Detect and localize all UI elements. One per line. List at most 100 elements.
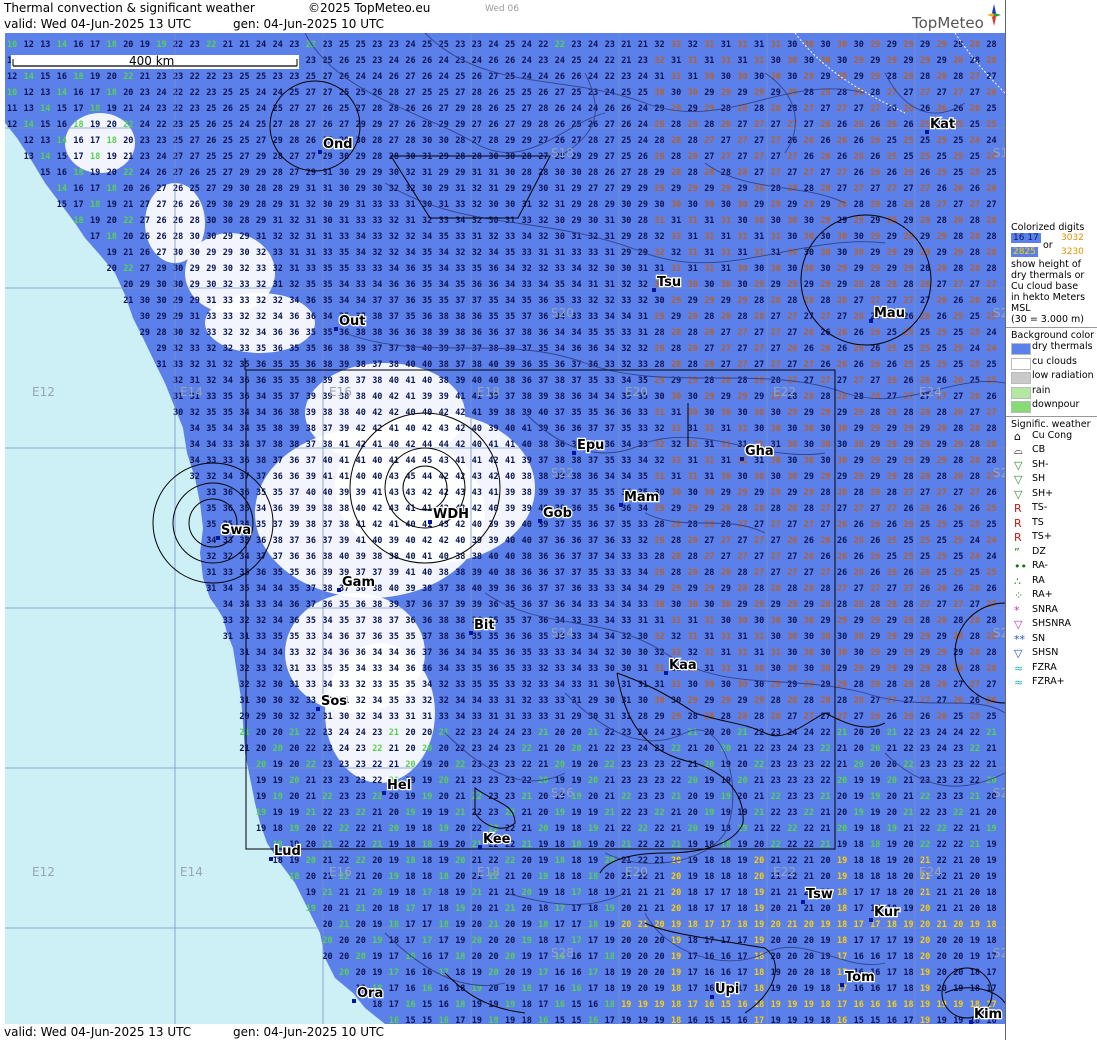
thermal-height-value: 30 bbox=[505, 200, 515, 210]
thermal-height-value: 40 bbox=[372, 456, 382, 466]
thermal-height-value: 23 bbox=[339, 760, 349, 770]
legend-background-section: Background color dry thermals cu clouds lo… bbox=[1006, 327, 1097, 416]
thermal-height-value: 24 bbox=[140, 120, 150, 130]
thermal-height-value: 19 bbox=[671, 952, 681, 962]
thermal-height-value: 34 bbox=[571, 648, 581, 658]
thermal-height-value: 33 bbox=[555, 648, 565, 658]
thermal-height-value: 32 bbox=[439, 696, 449, 706]
thermal-height-value: 37 bbox=[472, 344, 482, 354]
thermal-height-value: 36 bbox=[555, 440, 565, 450]
thermal-height-value: 23 bbox=[621, 72, 631, 82]
thermal-height-value: 34 bbox=[339, 280, 349, 290]
thermal-height-value: 37 bbox=[538, 456, 548, 466]
thermal-height-value: 35 bbox=[488, 296, 498, 306]
town-marker bbox=[382, 791, 386, 795]
thermal-height-value: 15 bbox=[555, 1016, 565, 1024]
thermal-height-value: 35 bbox=[223, 392, 233, 402]
thermal-height-value: 25 bbox=[439, 88, 449, 98]
thermal-height-value: 37 bbox=[389, 616, 399, 626]
thermal-height-value: 34 bbox=[206, 536, 216, 546]
thermal-height-value: 20 bbox=[953, 936, 963, 946]
thermal-height-value: 29 bbox=[372, 120, 382, 130]
thermal-height-value: 30 bbox=[273, 696, 283, 706]
thermal-height-value: 28 bbox=[787, 504, 797, 514]
thermal-height-value: 43 bbox=[389, 488, 399, 498]
thermal-height-value: 19 bbox=[522, 968, 532, 978]
thermal-height-value: 26 bbox=[970, 184, 980, 194]
thermal-height-value: 19 bbox=[156, 40, 166, 50]
thermal-height-value: 41 bbox=[522, 424, 532, 434]
thermal-height-value: 17 bbox=[887, 952, 897, 962]
thermal-height-value: 31 bbox=[654, 264, 664, 274]
thermal-height-value: 27 bbox=[953, 88, 963, 98]
thermal-height-value: 21 bbox=[472, 888, 482, 898]
thermal-height-value: 19 bbox=[472, 968, 482, 978]
thermal-height-value: 27 bbox=[173, 168, 183, 178]
thermal-height-value: 34 bbox=[455, 712, 465, 722]
thermal-height-value: 34 bbox=[190, 424, 200, 434]
thermal-height-value: 34 bbox=[422, 680, 432, 690]
thermal-height-value: 28 bbox=[970, 472, 980, 482]
thermal-height-value: 20 bbox=[538, 776, 548, 786]
thermal-height-value: 37 bbox=[356, 632, 366, 642]
thermal-height-value: 25 bbox=[937, 360, 947, 370]
thermal-height-value: 31 bbox=[737, 232, 747, 242]
thermal-height-value: 29 bbox=[870, 56, 880, 66]
thermal-height-value: 40 bbox=[389, 376, 399, 386]
thermal-height-value: 19 bbox=[671, 920, 681, 930]
thermal-height-value: 30 bbox=[820, 648, 830, 658]
thermal-height-value: 33 bbox=[605, 584, 615, 594]
thermal-height-value: 29 bbox=[588, 152, 598, 162]
thermal-height-value: 43 bbox=[439, 424, 449, 434]
thermal-height-value: 30 bbox=[737, 280, 747, 290]
thermal-height-value: 23 bbox=[621, 776, 631, 786]
thermal-height-value: 35 bbox=[339, 664, 349, 674]
thermal-height-value: 28 bbox=[654, 136, 664, 146]
weather-map[interactable]: 10 12 13 14 16 17 18 20 19 19 22 23 22 21 21 24 24 23 22 23… bbox=[5, 33, 1005, 1024]
thermal-height-value: 35 bbox=[306, 280, 316, 290]
thermal-height-value: 29 bbox=[156, 344, 166, 354]
thermal-height-value: 29 bbox=[190, 264, 200, 274]
thermal-height-value: 30 bbox=[804, 632, 814, 642]
thermal-height-value: 27 bbox=[754, 328, 764, 338]
thermal-height-value: 21 bbox=[356, 872, 366, 882]
town-label: Kat bbox=[930, 117, 955, 132]
thermal-height-value: 28 bbox=[903, 600, 913, 610]
thermal-height-value: 21 bbox=[688, 744, 698, 754]
thermal-height-value: 20 bbox=[289, 744, 299, 754]
thermal-height-value: 31 bbox=[737, 424, 747, 434]
thermal-height-value: 36 bbox=[289, 552, 299, 562]
thermal-height-value: 36 bbox=[522, 568, 532, 578]
thermal-height-value: 32 bbox=[239, 680, 249, 690]
thermal-height-value: 37 bbox=[522, 344, 532, 354]
thermal-height-value: 18 bbox=[870, 840, 880, 850]
thermal-height-value: 19 bbox=[671, 968, 681, 978]
thermal-height-value: 28 bbox=[953, 472, 963, 482]
thermal-height-value: 27 bbox=[804, 568, 814, 578]
town-marker bbox=[352, 999, 356, 1003]
thermal-height-value: 28 bbox=[970, 216, 980, 226]
thermal-height-value: 21 bbox=[953, 888, 963, 898]
thermal-height-value: 28 bbox=[472, 88, 482, 98]
thermal-height-value: 26 bbox=[820, 552, 830, 562]
day-tab[interactable]: Wed 06 bbox=[485, 4, 519, 14]
thermal-height-value: 31 bbox=[688, 72, 698, 82]
thermal-height-value: 33 bbox=[522, 712, 532, 722]
thermal-height-value: 17 bbox=[405, 920, 415, 930]
thermal-height-value: 27 bbox=[953, 392, 963, 402]
valid-time: valid: Wed 04-Jun-2025 13 UTC bbox=[4, 17, 192, 31]
thermal-height-value: 28 bbox=[638, 216, 648, 226]
thermal-height-value: 30 bbox=[704, 488, 714, 498]
thermal-height-value: 25 bbox=[970, 376, 980, 386]
town-marker bbox=[428, 520, 432, 524]
thermal-height-value: 17 bbox=[721, 920, 731, 930]
thermal-height-value: 18 bbox=[439, 920, 449, 930]
thermal-height-value: 38 bbox=[356, 392, 366, 402]
thermal-height-value: 20 bbox=[671, 904, 681, 914]
thermal-height-value: 21 bbox=[389, 760, 399, 770]
thermal-height-value: 22 bbox=[173, 88, 183, 98]
thermal-height-value: 32 bbox=[638, 536, 648, 546]
thermal-height-value: 19 bbox=[887, 840, 897, 850]
thermal-height-value: 30 bbox=[737, 216, 747, 226]
thermal-height-value: 20 bbox=[804, 920, 814, 930]
